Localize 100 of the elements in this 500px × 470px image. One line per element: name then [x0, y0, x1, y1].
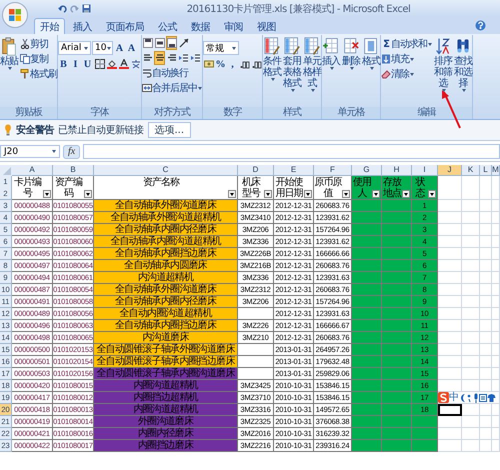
dropdown-field[interactable]: 10 [92, 41, 113, 55]
column-header[interactable]: B [53, 165, 94, 176]
help-icon[interactable] [475, 20, 486, 31]
ribbon-tab[interactable]: 视图 [251, 18, 282, 34]
column-header[interactable]: E [274, 165, 314, 176]
column-header[interactable]: G [352, 165, 382, 176]
table-cell: 内沟道超精机 [94, 272, 238, 284]
filter-button[interactable] [264, 190, 272, 198]
undo-icon[interactable] [58, 4, 67, 13]
redo-icon[interactable] [70, 4, 79, 13]
office-logo-icon[interactable] [2, 2, 28, 28]
column-header[interactable]: D [238, 165, 274, 176]
column-header[interactable]: C [94, 165, 238, 176]
table-cell [352, 320, 382, 332]
dropdown-field[interactable]: 常规 [203, 41, 239, 55]
moon-icon[interactable] [458, 392, 467, 402]
select-all-corner[interactable] [0, 165, 12, 176]
format-button[interactable]: % [215, 57, 226, 71]
group-label: 样式 [263, 107, 321, 119]
group-label: 编辑 [381, 107, 472, 119]
orientation-button[interactable] [178, 36, 189, 50]
align-button[interactable] [154, 51, 165, 65]
column-header[interactable]: K [462, 165, 480, 176]
insert-function-button[interactable]: fx [63, 144, 80, 158]
format-button[interactable]: A [114, 41, 125, 55]
borders-button[interactable] [94, 57, 105, 71]
filter-button[interactable] [43, 190, 51, 198]
column-header[interactable]: A [12, 165, 53, 176]
align-button[interactable] [154, 36, 165, 50]
format-button[interactable]: A [126, 41, 137, 55]
input-method-logo-icon[interactable] [438, 392, 449, 403]
column-title: 资产名称 [143, 177, 179, 188]
table-cell [352, 344, 382, 356]
table-cell [382, 212, 412, 224]
format-button[interactable]: , [227, 57, 238, 71]
sort-icon [435, 37, 451, 56]
column-header[interactable]: F [314, 165, 352, 176]
toolbar-button[interactable]: 格式刷 [20, 67, 57, 81]
phonetic-button[interactable] [130, 57, 141, 71]
ribbon-tab[interactable]: 审阅 [218, 18, 249, 34]
filter-button[interactable] [372, 190, 380, 198]
filter-button[interactable] [402, 190, 410, 198]
ribbon-tab[interactable]: 开始 [34, 18, 65, 34]
input-mode-toggle[interactable]: 中 [449, 392, 459, 403]
ribbon-button[interactable]: 格式 [362, 37, 380, 70]
toolbar-button[interactable]: 清除 [381, 67, 432, 81]
ribbon-button[interactable]: 删除 [342, 37, 360, 70]
ribbon-button[interactable]: 条件格式 [263, 37, 281, 81]
filter-button[interactable] [304, 190, 312, 198]
ribbon-button[interactable]: 单元格样式 [303, 37, 321, 92]
save-icon[interactable] [82, 4, 91, 13]
toolbar-button[interactable]: Σ 自动求和 [381, 37, 432, 51]
selected-cell[interactable] [438, 404, 462, 416]
column-header[interactable]: J [438, 165, 462, 176]
table-cell: 全自动内圈沟道超精机 [94, 308, 238, 320]
align-button[interactable] [142, 36, 153, 50]
punctuation-icon[interactable] [466, 392, 473, 402]
column-header[interactable]: L [480, 165, 492, 176]
clipboard-icon [1, 37, 17, 56]
toolbar-button[interactable]: 合并后居中 [142, 81, 202, 95]
ribbon-button[interactable]: 查找和选择 [454, 37, 472, 92]
ribbon-tab[interactable]: 页面布局 [100, 18, 150, 34]
formula-field[interactable] [83, 144, 500, 159]
filter-button[interactable] [84, 190, 92, 198]
ribbon-tab[interactable]: 数据 [185, 18, 216, 34]
column-title: 机床型号 [241, 177, 262, 199]
table-cell: 全自动圆锥滚子轴承内圈挡边磨床 [94, 356, 238, 368]
options-button[interactable]: 选项... [148, 122, 192, 138]
shirt-icon[interactable] [486, 392, 496, 402]
scissors-icon [20, 39, 30, 49]
filter-button[interactable] [342, 190, 350, 198]
font-color-button[interactable] [118, 57, 129, 71]
name-box[interactable]: J20 [0, 145, 60, 158]
format-button[interactable]: B [58, 57, 69, 71]
format-button[interactable]: I [70, 57, 81, 71]
ribbon-tab[interactable]: 公式 [152, 18, 183, 34]
ribbon-tab[interactable]: 插入 [67, 18, 98, 34]
format-button[interactable]: U [82, 57, 93, 71]
microphone-icon[interactable] [472, 392, 479, 402]
column-header[interactable]: H [382, 165, 412, 176]
toolbar-button[interactable]: 复制 [20, 52, 57, 66]
ribbon-button[interactable]: 插入 [322, 37, 340, 70]
ribbon-button[interactable]: 粘贴 [0, 37, 18, 70]
keyboard-icon[interactable] [478, 392, 487, 402]
align-button[interactable] [166, 36, 177, 50]
dropdown-field[interactable]: Arial [58, 41, 91, 55]
toolbar-button[interactable]: 填充 [381, 52, 432, 66]
column-title: 卡片编号 [13, 177, 42, 199]
table-cell [412, 416, 438, 428]
group-label: 字体 [58, 107, 141, 119]
table-cell [352, 248, 382, 260]
filter-button[interactable] [428, 190, 436, 198]
column-header[interactable]: I [412, 165, 438, 176]
filter-button[interactable] [228, 190, 236, 198]
column-header[interactable]: M [492, 165, 500, 176]
table-cell [412, 440, 438, 452]
toolbar-button[interactable]: 自动换行 [142, 66, 188, 80]
table-cell [352, 380, 382, 392]
toolbar-button[interactable]: 剪切 [20, 37, 57, 51]
ribbon-button[interactable]: 套用表格格式 [283, 37, 301, 92]
